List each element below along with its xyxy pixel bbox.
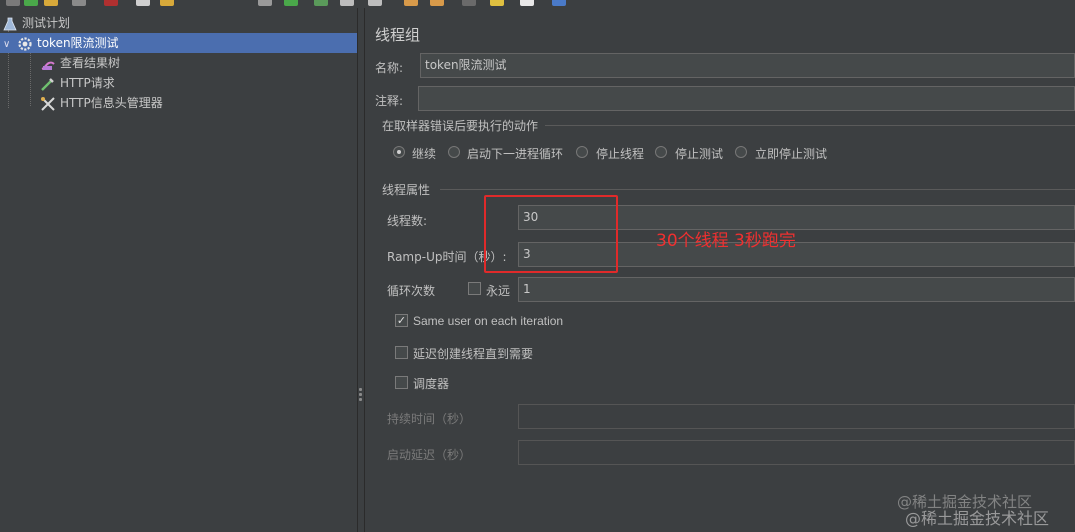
error-action-legend: 在取样器错误后要执行的动作 — [382, 119, 539, 133]
comment-label: 注释: — [375, 94, 404, 108]
expand-chevron-icon[interactable]: ∨ — [0, 35, 17, 55]
group-border — [545, 125, 1075, 126]
tree-item-label: 查看结果树 — [60, 56, 121, 70]
toolbar-icon[interactable] — [6, 0, 20, 6]
toolbar-icon[interactable] — [24, 0, 38, 6]
toolbar-icon[interactable] — [404, 0, 418, 6]
http-request-pipette-icon — [40, 76, 56, 92]
radio-continue-label[interactable]: 继续 — [412, 145, 436, 162]
threads-label: 线程数: — [387, 214, 428, 228]
thread-group-panel: 线程组 名称: token限流测试 注释: 在取样器错误后要执行的动作 继续 启… — [365, 8, 1075, 532]
toolbar-icon[interactable] — [136, 0, 150, 6]
test-plan-tree: 测试计划 ∨ token限流测试 查看结果树 HTTP请求 HTTP信息头管理器 — [0, 8, 357, 532]
radio-stop-test-now-label[interactable]: 立即停止测试 — [755, 145, 827, 162]
thread-props-legend: 线程属性 — [382, 183, 431, 197]
tree-item-label: HTTP信息头管理器 — [60, 96, 163, 110]
panel-title: 线程组 — [375, 26, 421, 44]
forever-label[interactable]: 永远 — [486, 282, 510, 299]
toolbar-icon[interactable] — [314, 0, 328, 6]
toolbar-icon[interactable] — [72, 0, 86, 6]
radio-continue[interactable] — [393, 146, 405, 158]
toolbar-icon[interactable] — [340, 0, 354, 6]
name-label: 名称: — [375, 61, 404, 75]
toolbar-icon[interactable] — [552, 0, 566, 6]
radio-stop-thread-label[interactable]: 停止线程 — [596, 145, 644, 162]
toolbar-icon[interactable] — [462, 0, 476, 6]
tree-item-http-request[interactable]: HTTP请求 — [40, 73, 340, 93]
toolbar-icon[interactable] — [104, 0, 118, 6]
loop-count-field[interactable]: 1 — [518, 277, 1075, 302]
duration-field[interactable] — [518, 404, 1075, 429]
startup-delay-label: 启动延迟（秒） — [387, 448, 472, 462]
toolbar-icon[interactable] — [160, 0, 174, 6]
scheduler-label[interactable]: 调度器 — [413, 375, 449, 392]
tree-item-results-tree[interactable]: 查看结果树 — [40, 53, 340, 73]
annotation-highlight-box — [484, 195, 618, 273]
toolbar-icon[interactable] — [490, 0, 504, 6]
radio-start-next-loop[interactable] — [448, 146, 460, 158]
startup-delay-field[interactable] — [518, 440, 1075, 465]
header-manager-tools-icon — [40, 96, 56, 112]
name-field[interactable]: token限流测试 — [420, 53, 1075, 78]
toolbar — [0, 0, 1075, 8]
toolbar-icon[interactable] — [368, 0, 382, 6]
panel-splitter[interactable] — [357, 8, 365, 532]
test-plan-icon — [2, 16, 18, 32]
tree-connector — [30, 50, 31, 106]
watermark: @稀土掘金技术社区 — [905, 509, 1050, 528]
tree-item-label: 测试计划 — [22, 16, 71, 30]
same-user-label[interactable]: Same user on each iteration — [413, 314, 563, 328]
radio-start-next-loop-label[interactable]: 启动下一进程循环 — [467, 145, 563, 162]
radio-stop-test[interactable] — [655, 146, 667, 158]
toolbar-icon[interactable] — [430, 0, 444, 6]
scheduler-checkbox[interactable] — [395, 376, 408, 389]
forever-checkbox[interactable] — [468, 282, 481, 295]
radio-stop-test-now[interactable] — [735, 146, 747, 158]
toolbar-icon[interactable] — [520, 0, 534, 6]
toolbar-icon[interactable] — [44, 0, 58, 6]
radio-stop-test-label[interactable]: 停止测试 — [675, 145, 723, 162]
same-user-checkbox[interactable]: ✓ — [395, 314, 408, 327]
tree-item-label: token限流测试 — [37, 36, 119, 50]
toolbar-icon[interactable] — [284, 0, 298, 6]
tree-item-thread-group[interactable]: ∨ token限流测试 — [0, 33, 357, 53]
group-border — [440, 189, 1075, 190]
toolbar-icon[interactable] — [258, 0, 272, 6]
splitter-grip[interactable] — [359, 398, 362, 401]
radio-stop-thread[interactable] — [576, 146, 588, 158]
delay-thread-creation-label[interactable]: 延迟创建线程直到需要 — [413, 345, 533, 362]
tree-item-header-manager[interactable]: HTTP信息头管理器 — [40, 93, 340, 113]
comment-field[interactable] — [418, 86, 1075, 111]
delay-thread-creation-checkbox[interactable] — [395, 346, 408, 359]
splitter-grip[interactable] — [359, 393, 362, 396]
duration-label: 持续时间（秒） — [387, 412, 472, 426]
tree-item-test-plan[interactable]: 测试计划 — [2, 13, 302, 33]
annotation-text: 30个线程 3秒跑完 — [656, 231, 796, 251]
loop-count-label: 循环次数 — [387, 284, 436, 298]
thread-group-gear-icon — [17, 36, 33, 52]
splitter-grip[interactable] — [359, 388, 362, 391]
tree-item-label: HTTP请求 — [60, 76, 115, 90]
results-tree-icon — [40, 56, 56, 72]
